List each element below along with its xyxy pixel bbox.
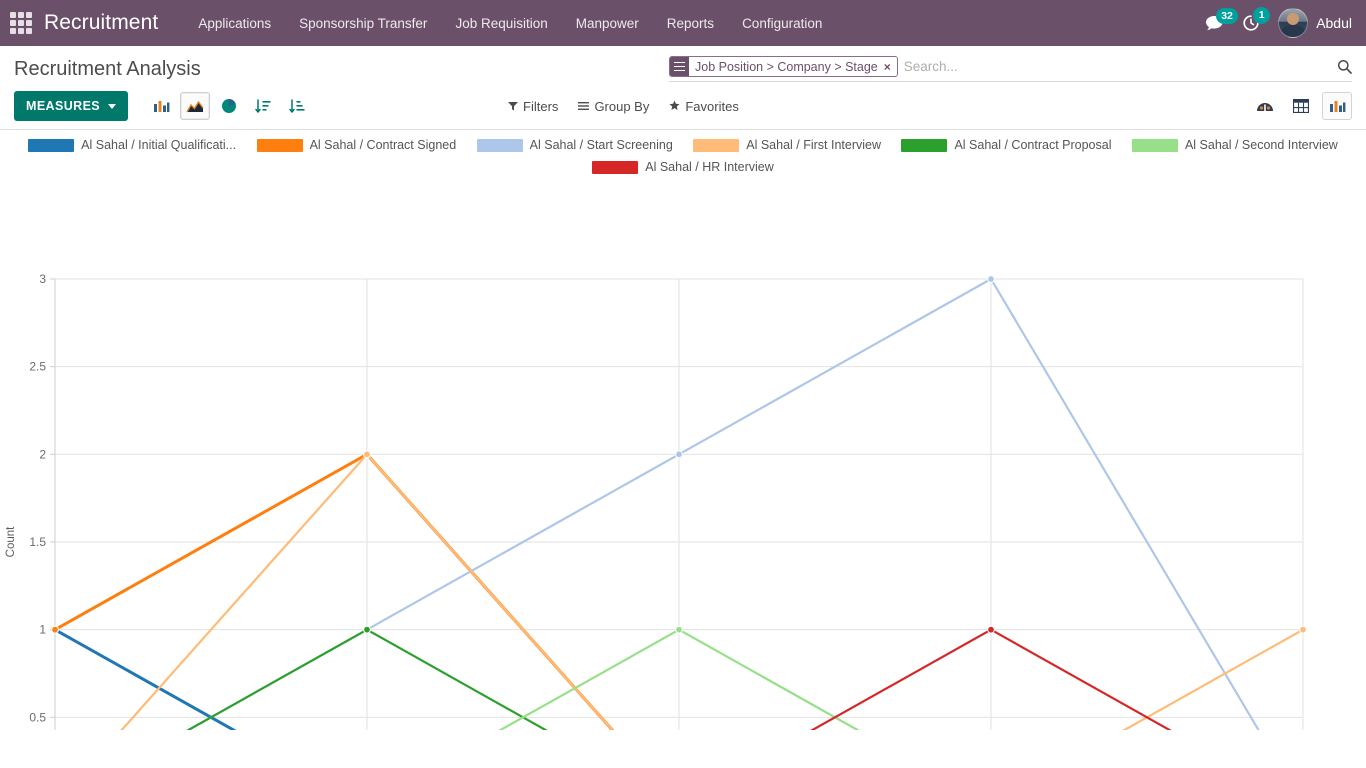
user-name-label: Abdul xyxy=(1316,15,1352,31)
messages-button[interactable]: 32 xyxy=(1205,7,1238,32)
graph-view-icon[interactable] xyxy=(1322,92,1352,120)
group-by-icon xyxy=(578,99,590,114)
line-chart-icon[interactable] xyxy=(180,92,211,120)
measures-label: MEASURES xyxy=(26,99,101,113)
group-by-facet-icon[interactable] xyxy=(670,57,689,76)
activities-button[interactable]: 1 xyxy=(1242,7,1271,32)
pivot-view-icon[interactable] xyxy=(1286,92,1316,120)
filters-label: Filters xyxy=(523,98,559,114)
group-by-label: Group By xyxy=(594,98,650,114)
menu-item-configuration[interactable]: Configuration xyxy=(728,10,836,37)
y-axis-title: Count xyxy=(5,526,17,557)
app-brand-title[interactable]: Recruitment xyxy=(44,11,158,35)
data-point[interactable] xyxy=(363,625,371,634)
graph-view: Al Sahal / Initial Qualificati... Al Sah… xyxy=(0,130,1366,768)
search-facet-label: Job Position > Company > Stage xyxy=(695,59,878,74)
y-tick-label: 1 xyxy=(39,623,46,637)
group-by-dropdown[interactable]: Group By xyxy=(578,99,649,114)
y-tick-label: 1.5 xyxy=(29,535,46,549)
control-panel-top-row: Recruitment Analysis Job Position > Comp… xyxy=(14,46,1352,82)
menu-item-reports[interactable]: Reports xyxy=(653,10,728,37)
menu-item-applications[interactable]: Applications xyxy=(184,10,285,37)
favorites-dropdown[interactable]: Favorites xyxy=(669,98,739,114)
control-panel-bottom-row: MEASURES Filters Group By Favorites xyxy=(14,82,1352,129)
star-icon xyxy=(669,99,680,114)
measures-button[interactable]: MEASURES xyxy=(14,91,129,121)
data-point[interactable] xyxy=(987,625,995,634)
data-point[interactable] xyxy=(987,275,995,283)
avatar xyxy=(1278,8,1309,38)
data-point[interactable] xyxy=(1299,625,1307,634)
data-point[interactable] xyxy=(675,450,683,459)
y-tick-label: 3 xyxy=(39,272,46,286)
search-facet[interactable]: Job Position > Company > Stage × xyxy=(669,56,898,77)
chart-type-toolbar xyxy=(146,92,312,120)
page-title: Recruitment Analysis xyxy=(14,58,201,80)
menu-item-job-requisition[interactable]: Job Requisition xyxy=(441,10,561,37)
user-menu[interactable]: Abdul xyxy=(1278,8,1352,38)
filter-icon xyxy=(508,99,519,114)
favorites-label: Favorites xyxy=(685,98,739,114)
navbar-right-tools: 32 1 Abdul xyxy=(1205,7,1352,38)
dashboard-view-icon[interactable] xyxy=(1250,92,1280,120)
control-panel: Recruitment Analysis Job Position > Comp… xyxy=(0,46,1366,130)
apps-grid-icon[interactable] xyxy=(10,12,32,34)
sort-ascending-icon[interactable] xyxy=(282,92,312,120)
messages-badge: 32 xyxy=(1216,7,1238,24)
magnifier-icon[interactable] xyxy=(1337,59,1352,74)
line-chart-plot[interactable]: 00.511.522.53DesignerHuman Resources Man… xyxy=(0,130,1366,730)
view-switcher xyxy=(1250,92,1352,120)
search-input[interactable] xyxy=(899,57,1331,76)
menu-item-sponsorship-transfer[interactable]: Sponsorship Transfer xyxy=(285,10,441,37)
data-point[interactable] xyxy=(675,625,683,634)
bar-chart-icon[interactable] xyxy=(146,92,176,120)
close-icon[interactable]: × xyxy=(882,57,897,76)
top-navbar: Recruitment Applications Sponsorship Tra… xyxy=(0,0,1366,46)
chevron-down-icon xyxy=(108,103,117,109)
pie-chart-icon[interactable] xyxy=(214,92,244,120)
search-bar: Job Position > Company > Stage × xyxy=(669,56,1352,82)
y-tick-label: 0.5 xyxy=(29,710,46,724)
sort-descending-icon[interactable] xyxy=(248,92,278,120)
main-menu: Applications Sponsorship Transfer Job Re… xyxy=(184,10,836,37)
menu-item-manpower[interactable]: Manpower xyxy=(562,10,653,37)
data-point[interactable] xyxy=(363,450,371,459)
search-tools: Filters Group By Favorites xyxy=(508,99,739,114)
y-tick-label: 2.5 xyxy=(29,360,46,374)
y-tick-label: 2 xyxy=(39,447,46,461)
activities-badge: 1 xyxy=(1253,7,1271,24)
filters-dropdown[interactable]: Filters xyxy=(508,99,558,114)
data-point[interactable] xyxy=(51,625,59,634)
